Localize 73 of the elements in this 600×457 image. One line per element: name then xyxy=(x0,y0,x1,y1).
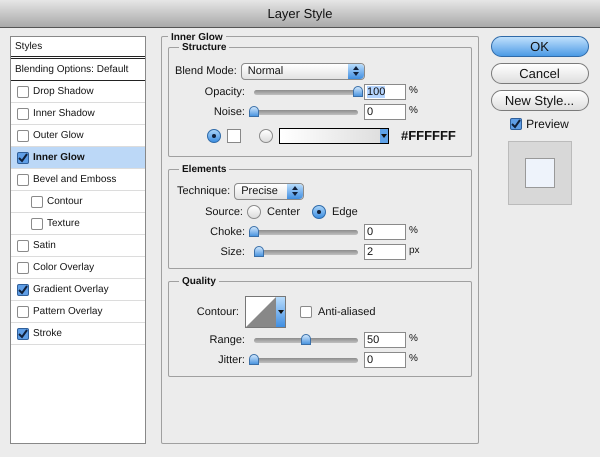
contour-curve-icon xyxy=(246,297,276,327)
dropdown[interactable]: Normal xyxy=(240,62,365,80)
value-field[interactable]: 2 xyxy=(364,244,406,260)
slider-label: Choke: xyxy=(209,224,246,240)
style-list-item[interactable]: Inner Glow xyxy=(11,147,145,169)
slider-label: Opacity: xyxy=(204,84,246,100)
radio-label: Edge xyxy=(332,204,358,220)
radio-button[interactable] xyxy=(207,129,221,143)
slider-thumb[interactable] xyxy=(249,354,259,365)
value-field[interactable]: 50 xyxy=(364,332,406,348)
slider-label: Jitter: xyxy=(217,352,246,368)
slider-thumb[interactable] xyxy=(249,226,259,237)
radio-button[interactable] xyxy=(312,205,326,219)
slider-thumb[interactable] xyxy=(254,246,264,257)
hex-color-label: #FFFFFF xyxy=(401,127,456,146)
checkbox[interactable] xyxy=(17,328,29,340)
checkmark-icon xyxy=(18,152,28,162)
unit-label: % xyxy=(409,84,418,98)
checkbox[interactable] xyxy=(17,174,29,186)
color-swatch[interactable] xyxy=(227,129,241,143)
slider-label: Range: xyxy=(208,332,246,348)
default-button[interactable]: OK xyxy=(490,36,588,57)
unit-label: % xyxy=(409,352,418,366)
checkbox[interactable] xyxy=(17,86,29,98)
push-button[interactable]: Cancel xyxy=(490,63,588,84)
checkbox[interactable] xyxy=(17,306,29,318)
checkbox[interactable] xyxy=(31,218,43,230)
contour-label: Contour: xyxy=(196,304,240,320)
checkmark-icon xyxy=(511,119,522,129)
slider-thumb[interactable] xyxy=(249,106,259,117)
checkbox[interactable] xyxy=(17,284,29,296)
value-field[interactable]: 100 xyxy=(364,84,406,100)
value-field[interactable]: 0 xyxy=(364,224,406,240)
dropdown[interactable]: Precise xyxy=(234,182,304,200)
checkbox[interactable] xyxy=(17,108,29,120)
group-title: Quality xyxy=(179,274,219,289)
updown-arrows-icon xyxy=(352,66,359,76)
radio-button[interactable] xyxy=(259,129,273,143)
blend-mode-label: Blend Mode: xyxy=(175,64,237,79)
push-button[interactable]: New Style... xyxy=(490,90,588,111)
preview-square xyxy=(524,158,554,188)
window-title: Layer Style xyxy=(267,4,333,23)
checkmark-icon xyxy=(18,284,28,294)
value-field[interactable]: 0 xyxy=(364,104,406,120)
technique-label: Technique: xyxy=(177,184,230,199)
checkbox[interactable] xyxy=(17,130,29,142)
checkbox[interactable] xyxy=(510,118,522,130)
source-label: Source: xyxy=(204,204,243,220)
slider-thumb[interactable] xyxy=(353,86,363,97)
checkbox[interactable] xyxy=(17,240,29,252)
contour-picker[interactable] xyxy=(245,296,286,328)
unit-label: px xyxy=(409,244,420,258)
slider-thumb[interactable] xyxy=(301,334,311,345)
checkmark-icon xyxy=(18,328,28,338)
unit-label: % xyxy=(409,104,418,118)
preview-label: Preview xyxy=(526,116,569,133)
slider-label: Noise: xyxy=(212,104,246,120)
radio-label: Center xyxy=(267,204,300,220)
slider-label: Size: xyxy=(220,244,246,260)
gradient-picker[interactable] xyxy=(279,128,389,144)
updown-arrows-icon xyxy=(292,186,298,196)
radio-button[interactable] xyxy=(247,205,261,219)
unit-label: % xyxy=(409,224,418,238)
styles-header[interactable]: Styles xyxy=(11,37,145,59)
checkbox-label: Anti-aliased xyxy=(318,304,376,320)
value-field[interactable]: 0 xyxy=(364,352,406,368)
unit-label: % xyxy=(409,332,418,346)
checkbox[interactable] xyxy=(17,262,29,274)
checkbox[interactable] xyxy=(17,152,29,164)
caret-icon xyxy=(278,310,284,314)
checkbox[interactable] xyxy=(31,196,43,208)
checkbox[interactable] xyxy=(300,306,312,318)
caret-icon xyxy=(381,134,387,138)
